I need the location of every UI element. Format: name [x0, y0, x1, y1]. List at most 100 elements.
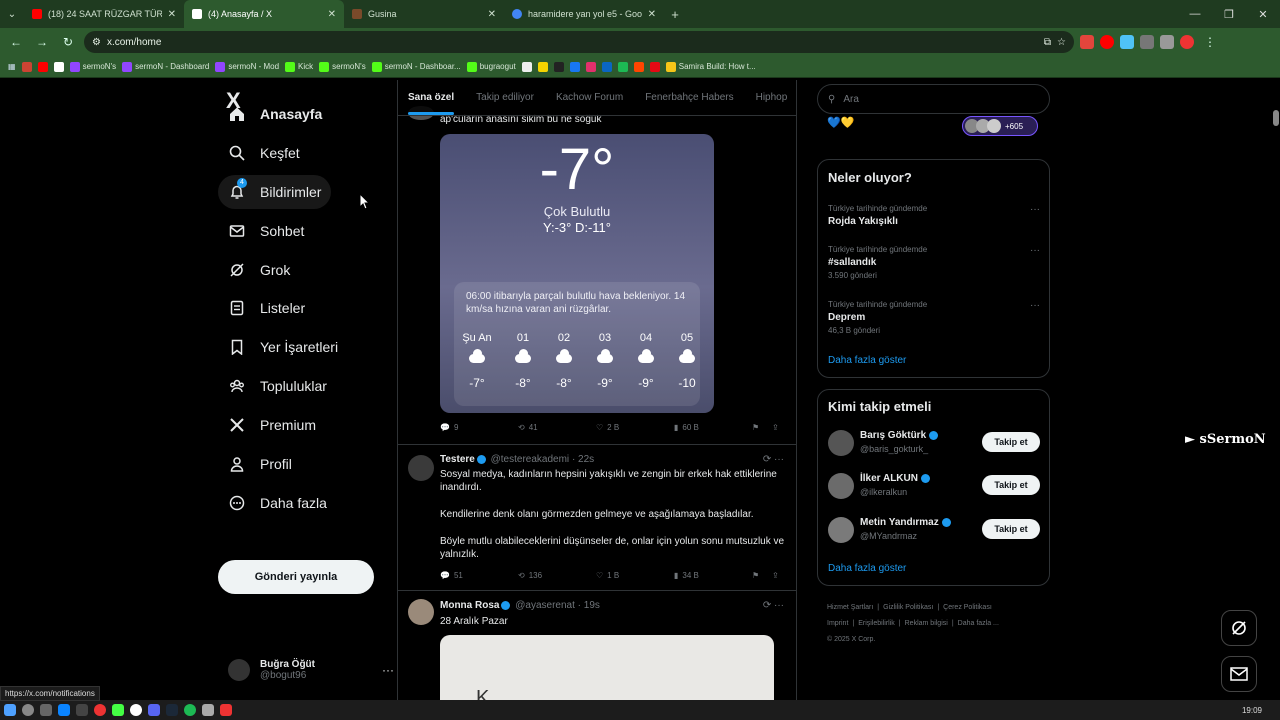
footer-link[interactable]: Daha fazla ...	[958, 620, 999, 627]
reload-button[interactable]: ↻	[58, 35, 78, 49]
trend-more-icon[interactable]: ···	[1030, 300, 1040, 311]
footer-link[interactable]: Reklam bilgisi	[905, 620, 948, 627]
close-tab-icon[interactable]: ✕	[648, 9, 656, 20]
tab-search-button[interactable]: ⌄	[0, 0, 24, 28]
forward-button[interactable]: →	[32, 35, 52, 49]
reply-button[interactable]: 💬 9	[440, 423, 518, 432]
close-tab-icon[interactable]: ✕	[328, 9, 336, 20]
minimize-button[interactable]: —	[1178, 0, 1212, 28]
bookmark-icon[interactable]: ⚑	[752, 423, 772, 432]
post-more-icon[interactable]: ⟳ ···	[763, 600, 784, 611]
nav-item-list[interactable]: Listeler	[218, 291, 315, 325]
bookmark-item[interactable]: sermoN's	[69, 61, 116, 72]
nav-item-bell[interactable]: 4 Bildirimler	[218, 175, 332, 209]
bookmark-item[interactable]	[37, 61, 48, 72]
trend-more-icon[interactable]: ···	[1030, 204, 1040, 215]
reply-button[interactable]: 💬 51	[440, 571, 518, 580]
post-image[interactable]: K	[440, 635, 774, 700]
follow-button[interactable]: Takip et	[982, 519, 1040, 539]
restore-button[interactable]: ❐	[1212, 0, 1246, 28]
bookmark-item[interactable]: sermoN's	[319, 61, 366, 72]
nav-item-x-premium[interactable]: Premium	[218, 408, 326, 442]
post-testere[interactable]: Testere @testereakademi · 22s ⟳ ··· Sosy…	[398, 444, 796, 590]
post-button[interactable]: Gönderi yayınla	[218, 560, 374, 594]
app-icon[interactable]	[112, 704, 124, 716]
post-weather[interactable]: ap'cuların anasını sikim bu ne soğuk -7°…	[398, 80, 796, 444]
browser-tab-google[interactable]: haramidere yan yol e5 - Google ✕	[504, 0, 664, 28]
grok-fab-button[interactable]	[1221, 610, 1257, 646]
bookmark-item[interactable]	[649, 61, 660, 72]
bookmark-item[interactable]	[521, 61, 532, 72]
bookmark-item[interactable]	[601, 61, 612, 72]
nav-item-bookmark[interactable]: Yer İşaretleri	[218, 330, 348, 364]
reading-list-icon[interactable]	[1160, 35, 1174, 49]
trend-item[interactable]: Türkiye tarihinde gündemde #sallandık 3.59…	[828, 245, 1040, 280]
nav-item-home[interactable]: Anasayfa	[218, 97, 332, 131]
close-tab-icon[interactable]: ✕	[488, 9, 496, 20]
bookmark-item[interactable]	[553, 61, 564, 72]
search-input[interactable]: ⚲ Ara	[817, 84, 1050, 114]
like-button[interactable]: ♡ 1 B	[596, 571, 674, 580]
bookmark-item[interactable]: bugraogut	[466, 61, 516, 72]
account-switcher[interactable]: Buğra Öğüt @bogut96 ···	[228, 654, 394, 686]
task-view-icon[interactable]	[40, 704, 52, 716]
apps-icon[interactable]: ▦	[8, 62, 16, 71]
timeline-tab[interactable]: Fenerbahçe Habers	[645, 92, 733, 103]
spotify-icon[interactable]	[184, 704, 196, 716]
bookmark-item[interactable]	[633, 61, 644, 72]
browser-tab-x[interactable]: (4) Anasayfa / X ✕	[184, 0, 344, 28]
nav-item-grok[interactable]: Grok	[218, 253, 300, 287]
post-monna-rosa[interactable]: Monna Rosa @ayaserenat · 19s ⟳ ··· 28 Ar…	[398, 590, 796, 700]
chrome-icon[interactable]	[130, 704, 142, 716]
timeline-tab[interactable]: Sana özel	[408, 92, 455, 115]
bookmark-item[interactable]: Kick	[285, 61, 313, 72]
trend-item[interactable]: Türkiye tarihinde gündemde Rojda Yakışıkl…	[828, 204, 1040, 227]
nav-item-communities[interactable]: Topluluklar	[218, 369, 337, 403]
bookmark-item[interactable]	[537, 61, 548, 72]
app-icon[interactable]	[220, 704, 232, 716]
site-info-icon[interactable]: ⚙	[92, 37, 101, 48]
close-window-button[interactable]: ✕	[1246, 0, 1280, 28]
follow-button[interactable]: Takip et	[982, 475, 1040, 495]
footer-link[interactable]: Çerez Politikası	[943, 604, 992, 611]
bookmark-item[interactable]: sermoN - Mod	[215, 61, 279, 72]
post-more-icon[interactable]: ⟳ ···	[763, 454, 784, 465]
follow-suggestion[interactable]: Barış Göktürk @baris_gokturk_ Takip et	[828, 428, 1040, 458]
timeline-tab[interactable]: Takip ediliyor	[476, 92, 534, 103]
bookmark-item[interactable]	[53, 61, 64, 72]
opera-icon[interactable]	[94, 704, 106, 716]
search-icon[interactable]	[22, 704, 34, 716]
repost-button[interactable]: ⟲ 136	[518, 571, 596, 580]
follow-suggestion[interactable]: Metin Yandırmaz @MYandrmaz Takip et	[828, 515, 1040, 545]
messages-fab-button[interactable]	[1221, 656, 1257, 692]
timeline-tab[interactable]: Hiphop	[756, 92, 788, 103]
scrollbar[interactable]	[1272, 80, 1280, 700]
follow-button[interactable]: Takip et	[982, 432, 1040, 452]
footer-link[interactable]: Hizmet Şartları	[827, 604, 873, 611]
footer-link[interactable]: Erişilebilirlik	[858, 620, 895, 627]
steam-icon[interactable]	[166, 704, 178, 716]
nav-item-search[interactable]: Keşfet	[218, 136, 310, 170]
windows-start-icon[interactable]	[4, 704, 16, 716]
app-icon[interactable]	[76, 704, 88, 716]
browser-menu-icon[interactable]: ⋮	[1200, 35, 1220, 49]
browser-tab-gusina[interactable]: Gusina ✕	[344, 0, 504, 28]
scrollbar-thumb[interactable]	[1273, 110, 1279, 126]
bookmark-item[interactable]	[585, 61, 596, 72]
new-tab-button[interactable]: +	[664, 7, 686, 22]
close-tab-icon[interactable]: ✕	[168, 9, 176, 20]
bookmark-item[interactable]	[569, 61, 580, 72]
bookmark-icon[interactable]: ⚑	[752, 571, 772, 580]
share-icon[interactable]: ⇪	[772, 571, 792, 580]
like-button[interactable]: ♡ 2 B	[596, 423, 674, 432]
timeline-tab[interactable]: Kachow Forum	[556, 92, 623, 103]
browser-tab-youtube[interactable]: (18) 24 SAAT RÜZGAR TÜRBİNİ ✕	[24, 0, 184, 28]
nav-item-profile[interactable]: Profil	[218, 447, 302, 481]
extension-icon[interactable]	[1080, 35, 1094, 49]
discord-icon[interactable]	[148, 704, 160, 716]
share-icon[interactable]: ⇪	[772, 423, 792, 432]
nav-item-mail[interactable]: Sohbet	[218, 214, 314, 248]
bookmark-star-icon[interactable]: ☆	[1057, 37, 1066, 48]
opera-extension-icon[interactable]	[1100, 35, 1114, 49]
trend-item[interactable]: Türkiye tarihinde gündemde Deprem 46,3 B g…	[828, 300, 1040, 335]
